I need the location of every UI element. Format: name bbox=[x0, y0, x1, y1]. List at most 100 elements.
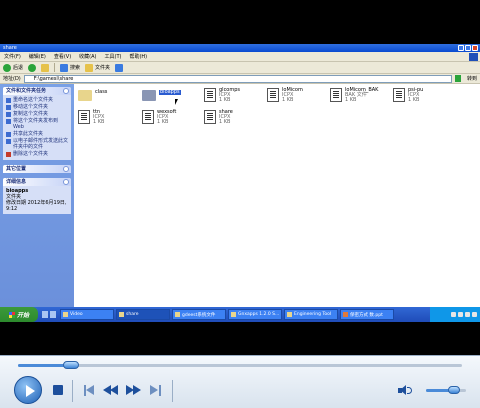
back-label: 后退 bbox=[13, 65, 24, 71]
volume-thumb[interactable] bbox=[448, 386, 460, 394]
task-label: 重命名这个文件夹 bbox=[13, 97, 54, 103]
minimize-icon[interactable] bbox=[458, 45, 464, 51]
views-icon[interactable] bbox=[115, 63, 124, 72]
taskbar-button[interactable]: gdeest系统文件 bbox=[172, 309, 226, 320]
file-icon bbox=[267, 88, 279, 102]
seek-thumb[interactable] bbox=[63, 361, 80, 369]
back-arrow-icon bbox=[3, 63, 11, 72]
share-icon bbox=[6, 132, 11, 137]
seek-bar[interactable] bbox=[18, 361, 462, 369]
menu-tools[interactable]: 工具(T) bbox=[105, 53, 122, 60]
task-publish-web[interactable]: 将这个文件夹发布到 Web bbox=[6, 118, 68, 130]
next-button[interactable] bbox=[150, 385, 162, 396]
expand-icon[interactable] bbox=[63, 166, 69, 172]
up-folder-icon[interactable] bbox=[41, 63, 50, 72]
details-header[interactable]: 详细信息 bbox=[3, 178, 71, 186]
menu-file[interactable]: 文件(F) bbox=[4, 53, 21, 60]
media-player-controls bbox=[0, 355, 480, 408]
tray-icon[interactable] bbox=[458, 312, 463, 317]
folder-icon bbox=[78, 90, 92, 101]
copy-icon bbox=[6, 112, 11, 117]
file-tasks-header[interactable]: 文件和文件夹任务 bbox=[3, 87, 71, 95]
quick-launch-icon[interactable] bbox=[42, 311, 48, 318]
file-meta: ICPX 1 KB bbox=[282, 92, 294, 103]
quick-launch bbox=[38, 311, 60, 318]
folders-button[interactable]: 文件夹 bbox=[85, 63, 110, 72]
taskbar-button[interactable]: Video bbox=[60, 309, 114, 320]
folder-icon bbox=[63, 312, 68, 317]
explorer-toolbar: 后退 搜索 文件夹 bbox=[0, 62, 480, 74]
window-title: share bbox=[3, 45, 17, 51]
task-label: 以电子邮件形式发送此文件夹中的文件 bbox=[13, 138, 69, 150]
start-button[interactable]: 开始 bbox=[0, 307, 38, 322]
fast-forward-button[interactable] bbox=[126, 385, 142, 396]
menu-favorites[interactable]: 收藏(A) bbox=[79, 53, 96, 60]
menu-edit[interactable]: 编辑(E) bbox=[29, 53, 46, 60]
task-move-folder[interactable]: 移动这个文件夹 bbox=[6, 104, 68, 110]
tray-icon[interactable] bbox=[472, 312, 477, 317]
volume-icon[interactable] bbox=[398, 385, 412, 396]
play-button[interactable] bbox=[14, 376, 42, 404]
folders-icon bbox=[85, 63, 94, 72]
collapse-icon[interactable] bbox=[63, 179, 69, 185]
back-button[interactable]: 后退 bbox=[3, 63, 24, 72]
address-field[interactable]: F:\gamesi\share bbox=[23, 74, 452, 83]
toolbar-separator bbox=[54, 63, 56, 72]
tray-icon[interactable] bbox=[465, 312, 470, 317]
menu-help[interactable]: 帮助(H) bbox=[129, 53, 147, 60]
explorer-content: 文件和文件夹任务 重命名这个文件夹 移动这个文件夹 复制这个文件夹 将这个文件夹… bbox=[0, 84, 480, 307]
maximize-icon[interactable] bbox=[465, 45, 471, 51]
file-list: class bioapps glcomps ICPX 1 KB loMicom IC… bbox=[74, 84, 480, 307]
task-label: 将这个文件夹发布到 Web bbox=[13, 118, 59, 130]
rewind-button[interactable] bbox=[103, 385, 119, 396]
delete-icon bbox=[6, 152, 11, 157]
volume-slider[interactable] bbox=[426, 386, 466, 394]
file-tasks-panel: 文件和文件夹任务 重命名这个文件夹 移动这个文件夹 复制这个文件夹 将这个文件夹… bbox=[3, 87, 71, 160]
task-copy-folder[interactable]: 复制这个文件夹 bbox=[6, 111, 68, 117]
powerpoint-icon bbox=[343, 312, 348, 317]
go-label[interactable]: 转到 bbox=[467, 75, 477, 82]
window-controls bbox=[458, 45, 480, 51]
file-item[interactable]: ttn ICPX 1 KB bbox=[78, 110, 104, 125]
file-item[interactable]: share ICPX 1 KB bbox=[204, 110, 233, 125]
go-icon[interactable] bbox=[454, 75, 461, 82]
file-icon bbox=[204, 110, 216, 124]
taskbar-button[interactable]: share bbox=[116, 309, 170, 320]
menu-view[interactable]: 查看(V) bbox=[54, 53, 71, 60]
file-icon bbox=[78, 110, 90, 124]
file-item[interactable]: loMicom ICPX 1 KB bbox=[267, 88, 303, 103]
file-item[interactable]: glcomps ICPX 1 KB bbox=[204, 88, 240, 103]
quick-launch-icon[interactable] bbox=[50, 311, 56, 318]
stop-button[interactable] bbox=[53, 385, 63, 395]
taskbar-label: share bbox=[126, 312, 139, 317]
folder-icon bbox=[27, 76, 32, 81]
taskbar-label: Engineering Tool bbox=[294, 312, 332, 317]
taskbar-button[interactable]: Gnxapps 1.2.0 S... bbox=[228, 309, 282, 320]
collapse-icon[interactable] bbox=[63, 88, 69, 94]
file-item[interactable]: class bbox=[78, 90, 107, 101]
move-icon bbox=[6, 105, 11, 110]
search-button[interactable]: 搜索 bbox=[60, 63, 80, 72]
task-rename-folder[interactable]: 重命名这个文件夹 bbox=[6, 97, 68, 103]
other-places-header[interactable]: 其它位置 bbox=[3, 165, 71, 173]
tray-icon[interactable] bbox=[451, 312, 456, 317]
taskbar-button[interactable]: 保密方式 数.ppt bbox=[340, 309, 394, 320]
file-item[interactable]: psi-pu ICPX 1 KB bbox=[393, 88, 423, 103]
taskbar-button[interactable]: Engineering Tool bbox=[284, 309, 338, 320]
close-icon[interactable] bbox=[472, 45, 478, 51]
previous-button[interactable] bbox=[84, 385, 96, 396]
system-tray bbox=[430, 307, 480, 322]
controls-separator bbox=[172, 380, 173, 402]
controls-separator bbox=[72, 380, 73, 402]
app-icon bbox=[231, 312, 236, 317]
task-share-folder[interactable]: 共享此文件夹 bbox=[6, 131, 68, 137]
file-item[interactable]: loMicom_BAK BAK 文件 1 KB bbox=[330, 88, 378, 103]
forward-arrow-icon[interactable] bbox=[28, 63, 37, 72]
task-label: 复制这个文件夹 bbox=[13, 111, 49, 117]
file-meta: ICPX 1 KB bbox=[157, 114, 169, 125]
task-delete-folder[interactable]: 删除这个文件夹 bbox=[6, 151, 68, 157]
start-label: 开始 bbox=[16, 312, 29, 319]
file-item[interactable]: wexsoft ICPX 1 KB bbox=[142, 110, 176, 125]
file-meta: ICPX 1 KB bbox=[93, 114, 105, 125]
task-email-files[interactable]: 以电子邮件形式发送此文件夹中的文件 bbox=[6, 138, 68, 150]
